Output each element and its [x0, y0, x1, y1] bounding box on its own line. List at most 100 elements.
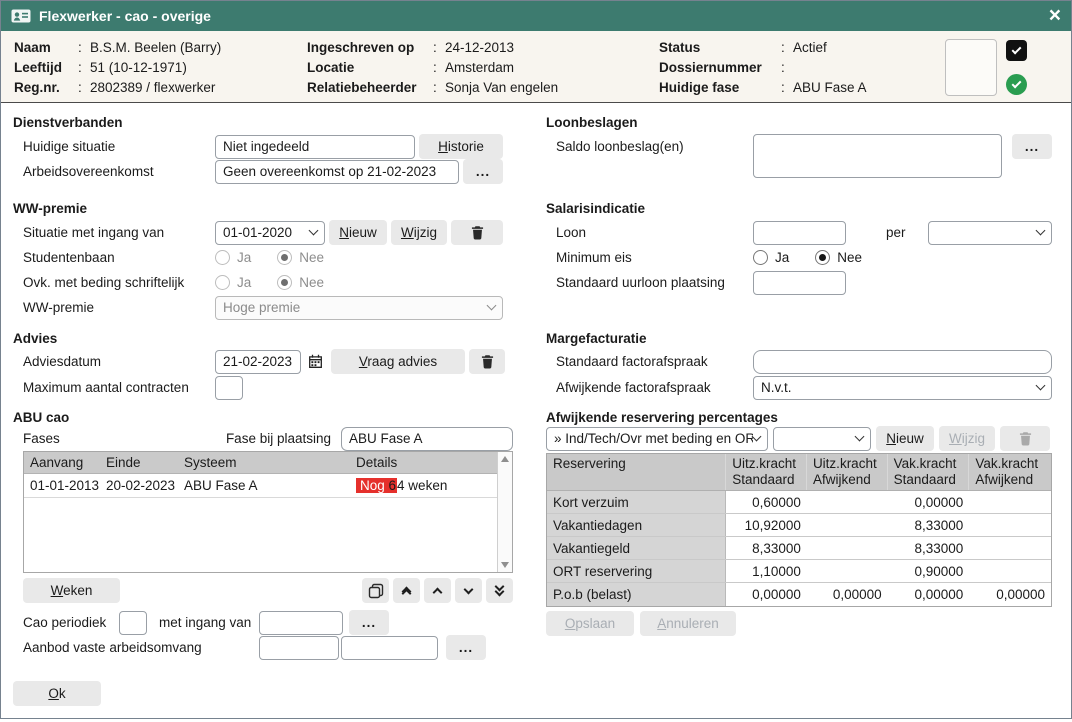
- loon-input[interactable]: [753, 221, 846, 245]
- flexwerker-info-header: Naam:B.S.M. Beelen (Barry) Leeftijd:51 (…: [1, 31, 1071, 103]
- leeftijd-label: Leeftijd: [14, 60, 78, 75]
- table-row[interactable]: ORT reservering 1,10000 0,90000: [547, 560, 1051, 583]
- move-top-button[interactable]: [393, 578, 420, 603]
- max-contracten-label: Maximum aantal contracten: [13, 380, 215, 395]
- studentenbaan-label: Studentenbaan: [13, 250, 215, 265]
- move-up-button[interactable]: [424, 578, 451, 603]
- situatie-ingang-label: Situatie met ingang van: [13, 225, 215, 240]
- table-row[interactable]: 01-01-2013 20-02-2023 ABU Fase A Nog 64 …: [24, 474, 497, 498]
- afwijkende-factorafspraak-label: Afwijkende factorafspraak: [546, 380, 753, 395]
- vraag-advies-button[interactable]: Vraag advies: [331, 349, 465, 374]
- header-group-left: Naam:B.S.M. Beelen (Barry) Leeftijd:51 (…: [14, 38, 307, 96]
- aanbod-input-2[interactable]: [341, 636, 438, 660]
- situatie-ingang-dropdown[interactable]: 01-01-2020: [215, 221, 325, 245]
- minimum-eis-nee-radio[interactable]: [815, 250, 830, 265]
- table-row[interactable]: Vakantiedagen 10,92000 8,33000: [547, 514, 1051, 537]
- abu-cao-heading: ABU cao: [13, 410, 69, 425]
- move-bottom-button[interactable]: [486, 578, 513, 603]
- dienstverbanden-heading: Dienstverbanden: [13, 115, 123, 130]
- fase-bij-plaatsing-input[interactable]: [341, 427, 513, 451]
- locatie-value: Amsterdam: [445, 60, 514, 75]
- opslaan-button: Opslaan: [546, 611, 634, 636]
- table-row[interactable]: Kort verzuim 0,60000 0,00000: [547, 491, 1051, 514]
- advies-heading: Advies: [13, 331, 57, 346]
- wijzig-button[interactable]: Wijzig: [391, 220, 447, 245]
- ww-premie-dropdown: Hoge premie: [215, 296, 503, 320]
- chevron-down-icon: [309, 226, 319, 236]
- cao-periodiek-label: Cao periodiek: [23, 615, 119, 630]
- delete-situatie-button[interactable]: [451, 220, 503, 245]
- cao-periodiek-datum-input[interactable]: [259, 611, 343, 635]
- studentenbaan-nee-radio: [277, 250, 292, 265]
- title-bar: Flexwerker - cao - overige ×: [1, 1, 1071, 31]
- afwijkende-factorafspraak-dropdown[interactable]: N.v.t.: [753, 376, 1052, 400]
- calendar-icon: [308, 354, 323, 369]
- salarisindicatie-heading: Salarisindicatie: [546, 201, 645, 216]
- locatie-label: Locatie: [307, 60, 433, 75]
- standaard-factorafspraak-label: Standaard factorafspraak: [546, 354, 753, 369]
- ww-premie-label: WW-premie: [13, 300, 215, 315]
- naam-label: Naam: [14, 40, 78, 55]
- ovk-beding-nee-radio: [277, 275, 292, 290]
- cao-periodiek-input[interactable]: [119, 611, 147, 635]
- close-icon[interactable]: ×: [1049, 2, 1061, 30]
- table-row[interactable]: P.o.b (belast) 0,00000 0,00000 0,00000 0…: [547, 583, 1051, 606]
- window-title: Flexwerker - cao - overige: [39, 8, 211, 24]
- margefacturatie-heading: Margefacturatie: [546, 331, 647, 346]
- saldo-loonbeslag-label: Saldo loonbeslag(en): [546, 134, 753, 154]
- photo-placeholder: [945, 39, 997, 96]
- regnr-label: Reg.nr.: [14, 80, 78, 95]
- chevron-down-icon: [1036, 226, 1046, 236]
- max-contracten-input[interactable]: [215, 376, 243, 400]
- ingeschreven-label: Ingeschreven op: [307, 40, 433, 55]
- per-dropdown[interactable]: [928, 221, 1052, 245]
- status-ok-icon: [1006, 74, 1027, 95]
- arbeidsovereenkomst-more-button[interactable]: ...: [463, 159, 503, 184]
- historie-button[interactable]: Historie: [419, 134, 503, 159]
- table-row[interactable]: Vakantiegeld 8,33000 8,33000: [547, 537, 1051, 560]
- huidige-fase-label: Huidige fase: [659, 80, 781, 95]
- naam-value: B.S.M. Beelen (Barry): [90, 40, 221, 55]
- reservering-filter2-dropdown[interactable]: [773, 427, 871, 451]
- chevron-down-icon: [1036, 381, 1046, 391]
- trash-icon: [481, 354, 494, 369]
- weken-button[interactable]: Weken: [23, 578, 120, 603]
- flexwerker-window: Flexwerker - cao - overige × Naam:B.S.M.…: [0, 0, 1072, 719]
- col-einde: Einde: [100, 455, 178, 470]
- saldo-loonbeslag-input[interactable]: [753, 134, 1002, 178]
- scrollbar[interactable]: [497, 452, 512, 572]
- reservering-filter-dropdown[interactable]: » Ind/Tech/Ovr met beding en ORT: [546, 427, 768, 451]
- header-group-middle: Ingeschreven op:24-12-2013 Locatie:Amste…: [307, 38, 659, 96]
- minimum-eis-label: Minimum eis: [546, 250, 753, 265]
- reservering-nieuw-button[interactable]: Nieuw: [876, 426, 934, 451]
- uurloon-input[interactable]: [753, 271, 846, 295]
- col-aanvang: Aanvang: [24, 455, 100, 470]
- aanbod-label: Aanbod vaste arbeidsomvang: [23, 640, 259, 655]
- huidige-situatie-input[interactable]: [215, 135, 415, 159]
- nieuw-button[interactable]: Nieuw: [329, 220, 387, 245]
- saldo-more-button[interactable]: ...: [1012, 134, 1052, 159]
- checkbox-icon[interactable]: [1006, 40, 1027, 61]
- standaard-factorafspraak-input[interactable]: [753, 350, 1052, 374]
- adviesdatum-input[interactable]: [215, 350, 301, 374]
- arbeidsovereenkomst-label: Arbeidsovereenkomst: [13, 164, 215, 179]
- arbeidsovereenkomst-input[interactable]: [215, 160, 459, 184]
- huidige-situatie-label: Huidige situatie: [13, 139, 215, 154]
- chevron-up-icon: [433, 587, 443, 597]
- aanbod-input-1[interactable]: [259, 636, 339, 660]
- relatiebeheerder-label: Relatiebeheerder: [307, 80, 433, 95]
- move-down-button[interactable]: [455, 578, 482, 603]
- minimum-eis-ja-radio[interactable]: [753, 250, 768, 265]
- chevron-down-icon: [464, 584, 474, 594]
- double-chevron-down-icon: [496, 583, 503, 598]
- calendar-button[interactable]: [303, 349, 327, 374]
- scroll-down-icon[interactable]: [501, 562, 509, 568]
- copy-button[interactable]: [362, 578, 389, 603]
- delete-advies-button[interactable]: [469, 349, 505, 374]
- fase-bij-plaatsing-label: Fase bij plaatsing: [226, 431, 331, 446]
- cao-periodiek-more-button[interactable]: ...: [349, 610, 389, 635]
- scroll-up-icon[interactable]: [501, 456, 509, 462]
- aanbod-more-button[interactable]: ...: [446, 635, 486, 660]
- ok-button[interactable]: Ok: [13, 681, 101, 706]
- fases-table-header: Aanvang Einde Systeem Details: [24, 452, 497, 474]
